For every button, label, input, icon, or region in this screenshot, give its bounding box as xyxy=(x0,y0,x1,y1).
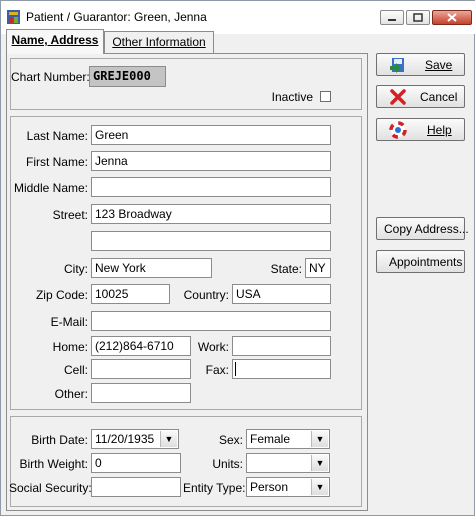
units-label: Units: xyxy=(212,457,243,471)
help-label: Help xyxy=(427,123,452,137)
email-field[interactable] xyxy=(91,311,331,331)
cancel-button[interactable]: Cancel xyxy=(376,85,465,108)
tab-label: Name, Address xyxy=(11,33,99,47)
street-field-2[interactable] xyxy=(91,231,331,251)
birth-date-field[interactable]: 11/20/1935 ▼ xyxy=(91,429,179,449)
chevron-down-icon[interactable]: ▼ xyxy=(160,431,177,447)
zip-code-field[interactable]: 10025 xyxy=(91,284,170,304)
chevron-down-icon[interactable]: ▼ xyxy=(311,455,328,471)
tab-other-information[interactable]: Other Information xyxy=(104,31,214,53)
inactive-checkbox[interactable] xyxy=(320,91,331,102)
work-phone-label: Work: xyxy=(197,340,229,354)
birth-weight-field[interactable]: 0 xyxy=(91,453,181,473)
appointments-label: Appointments xyxy=(389,255,463,269)
birth-date-value: 11/20/1935 xyxy=(95,432,155,446)
zip-code-label: Zip Code: xyxy=(35,288,88,302)
window-title: Patient / Guarantor: Green, Jenna xyxy=(26,10,207,24)
city-label: City: xyxy=(64,262,88,276)
social-security-field[interactable] xyxy=(91,477,181,497)
cell-phone-label: Cell: xyxy=(63,363,88,377)
chart-number-label: Chart Number: xyxy=(11,70,90,84)
patient-window: Patient / Guarantor: Green, Jenna Name, … xyxy=(0,0,475,516)
sex-select[interactable]: Female ▼ xyxy=(246,429,330,449)
entity-type-value: Person xyxy=(250,480,289,494)
fax-label: Fax: xyxy=(205,363,229,377)
last-name-field[interactable]: Green xyxy=(91,125,331,145)
cancel-label: Cancel xyxy=(420,90,458,104)
state-label: State: xyxy=(270,262,302,276)
appointments-button[interactable]: Appointments xyxy=(376,250,465,273)
help-lifebuoy-icon xyxy=(389,121,407,139)
close-button[interactable] xyxy=(432,10,472,25)
sex-label: Sex: xyxy=(218,433,243,447)
copy-address-label: Copy Address... xyxy=(384,222,469,236)
text-caret xyxy=(235,362,236,376)
city-field[interactable]: New York xyxy=(91,258,212,278)
chevron-down-icon[interactable]: ▼ xyxy=(311,431,328,447)
home-phone-label: Home: xyxy=(52,340,88,354)
first-name-label: First Name: xyxy=(25,155,88,169)
tab-label: Other Information xyxy=(112,35,206,49)
entity-type-label: Entity Type: xyxy=(183,481,246,495)
entity-type-select[interactable]: Person ▼ xyxy=(246,477,330,497)
fax-field[interactable] xyxy=(232,359,331,379)
maximize-icon xyxy=(413,13,423,22)
country-label: Country: xyxy=(183,288,229,302)
inactive-label: Inactive xyxy=(271,90,313,104)
cell-phone-field[interactable] xyxy=(91,359,191,379)
birth-date-label: Birth Date: xyxy=(31,433,88,447)
country-field[interactable]: USA xyxy=(232,284,331,304)
save-label: Save xyxy=(425,58,453,72)
street-label: Street: xyxy=(52,208,88,222)
social-security-label: Social Security: xyxy=(9,481,92,495)
cancel-x-icon xyxy=(390,89,406,105)
middle-name-label: Middle Name: xyxy=(13,181,88,195)
chart-number-field: GREJE000 xyxy=(89,66,166,87)
work-phone-field[interactable] xyxy=(232,336,331,356)
state-field[interactable]: NY xyxy=(305,258,331,278)
save-icon xyxy=(390,58,404,73)
minimize-button[interactable] xyxy=(380,10,404,25)
street-field-1[interactable]: 123 Broadway xyxy=(91,204,331,224)
other-phone-field[interactable] xyxy=(91,383,191,403)
email-label: E-Mail: xyxy=(50,315,88,329)
middle-name-field[interactable] xyxy=(91,177,331,197)
sex-value: Female xyxy=(250,432,291,446)
help-button[interactable]: Help xyxy=(376,118,465,141)
last-name-label: Last Name: xyxy=(26,129,88,143)
tab-name-address[interactable]: Name, Address xyxy=(6,29,104,54)
minimize-icon xyxy=(388,19,396,21)
chevron-down-icon[interactable]: ▼ xyxy=(311,479,328,495)
save-button[interactable]: Save xyxy=(376,53,465,76)
birth-weight-label: Birth Weight: xyxy=(19,457,88,471)
copy-address-button[interactable]: Copy Address... xyxy=(376,217,469,240)
home-phone-field[interactable]: (212)864-6710 xyxy=(91,336,191,356)
first-name-field[interactable]: Jenna xyxy=(91,151,331,171)
maximize-button[interactable] xyxy=(406,10,430,25)
units-select[interactable]: ▼ xyxy=(246,453,330,473)
other-phone-label: Other: xyxy=(54,387,88,401)
app-icon xyxy=(7,10,20,24)
close-icon xyxy=(447,13,457,22)
